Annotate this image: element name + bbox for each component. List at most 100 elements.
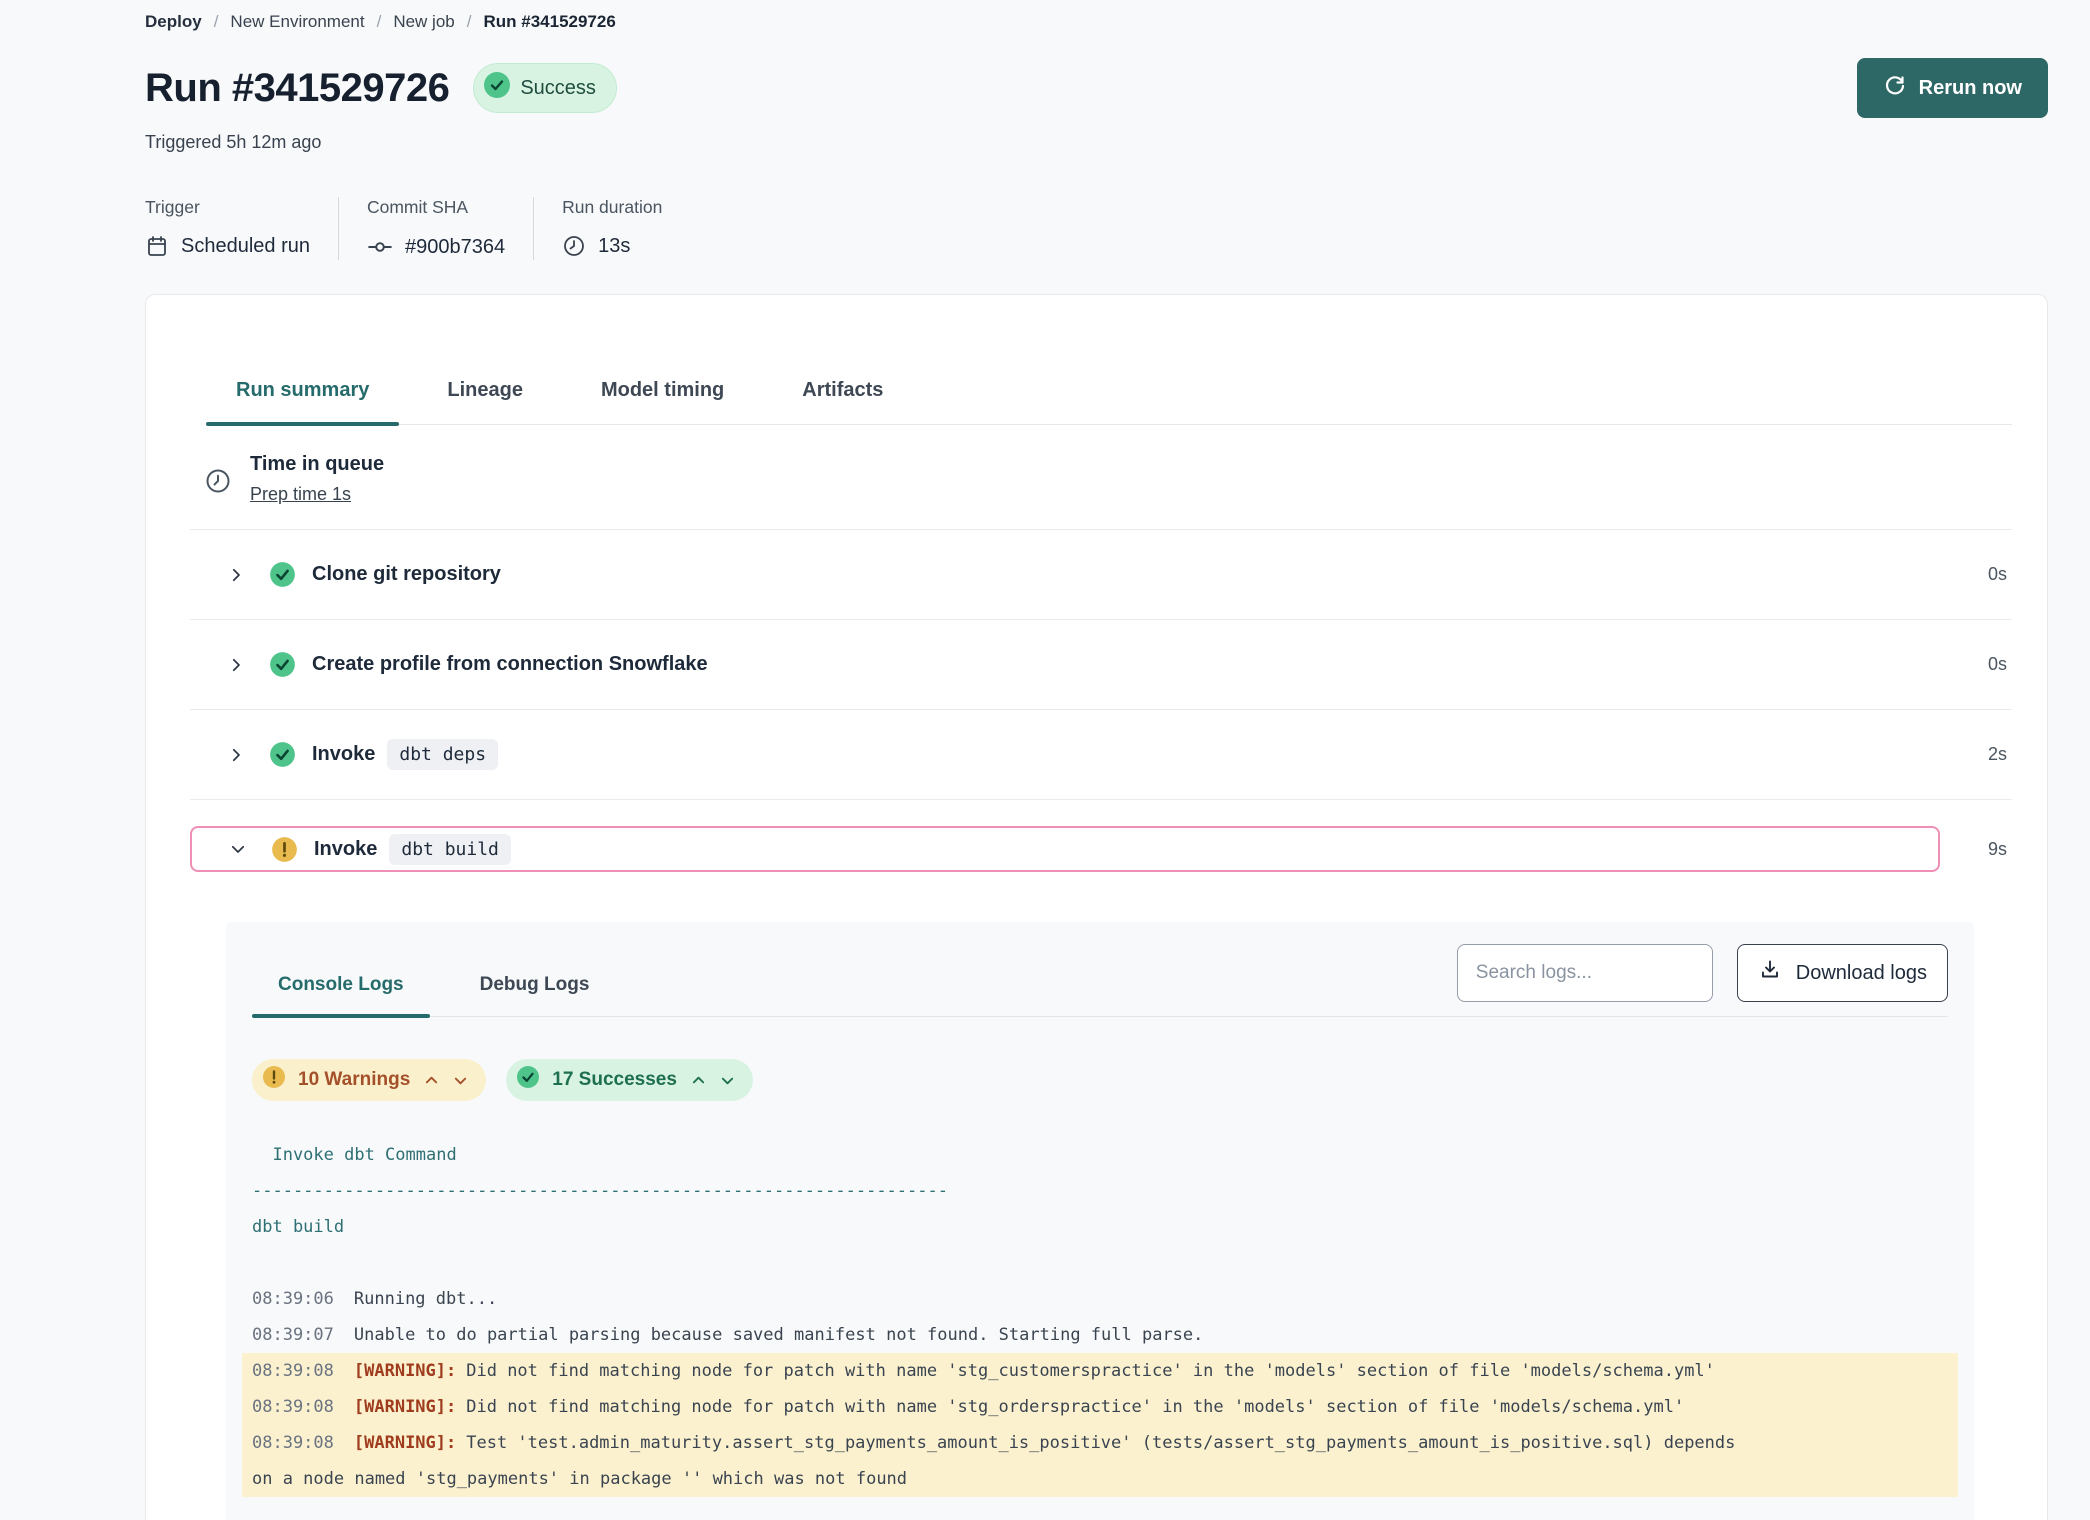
log-line-warning: 08:39:08[WARNING]:Test 'test.admin_matur…: [242, 1425, 1958, 1497]
warning-tag: [WARNING]:: [354, 1361, 456, 1381]
step-row[interactable]: Clone git repository0s: [190, 530, 2012, 620]
log-line-warning: 08:39:08[WARNING]:Did not find matching …: [242, 1389, 1958, 1425]
step-duration: 0s: [1942, 564, 2012, 585]
meta-trigger: Trigger Scheduled run: [145, 197, 339, 260]
download-logs-label: Download logs: [1796, 962, 1927, 985]
tab-run-summary[interactable]: Run summary: [206, 379, 399, 424]
step-row[interactable]: Invoke dbt build 9s: [190, 800, 2012, 872]
status-badge-label: Success: [520, 77, 596, 100]
meta-duration: Run duration 13s: [562, 197, 690, 260]
step-command-pill: dbt deps: [387, 739, 498, 770]
tab-debug-logs[interactable]: Debug Logs: [454, 960, 616, 1016]
log-timestamp: 08:39:08: [252, 1361, 334, 1381]
step-warning-icon: [271, 836, 298, 863]
log-message: Did not find matching node for patch wit…: [466, 1361, 1715, 1381]
page-title: Run #341529726: [145, 66, 449, 111]
warning-icon: [262, 1065, 286, 1095]
step-duration: 2s: [1942, 744, 2012, 765]
log-warning-row: 08:39:08[WARNING]:Did not find matching …: [252, 1389, 1948, 1425]
rerun-now-label: Rerun now: [1919, 77, 2022, 100]
tab-model-timing[interactable]: Model timing: [571, 379, 754, 424]
success-icon: [516, 1065, 540, 1095]
chevron-right-icon[interactable]: [227, 566, 245, 584]
step-label: Invoke: [314, 838, 377, 861]
clock-icon: [562, 234, 586, 258]
run-meta: Trigger Scheduled run Commit SHA #900b73…: [145, 197, 2048, 260]
step-row-content[interactable]: Invoke dbt build: [190, 826, 1940, 872]
logs-header: Console Logs Debug Logs Download logs: [252, 922, 1948, 1017]
log-spacer: [252, 1245, 1948, 1281]
tab-bar: Run summary Lineage Model timing Artifacts: [206, 295, 2012, 425]
commit-icon: [367, 234, 393, 260]
log-timestamp: 08:39:07: [252, 1325, 334, 1345]
log-line-command: ----------------------------------------…: [252, 1173, 1948, 1209]
chevron-up-icon[interactable]: [424, 1073, 439, 1088]
step-label: Invoke: [312, 743, 375, 766]
run-summary-card: Run summaryLineageModel timingArtifacts …: [145, 294, 2048, 1520]
chevron-down-icon[interactable]: [453, 1073, 468, 1088]
step-row[interactable]: Create profile from connection Snowflake…: [190, 620, 2012, 710]
breadcrumb-separator: /: [467, 12, 472, 32]
tab-console-logs[interactable]: Console Logs: [252, 960, 430, 1016]
log-line-command: dbt build: [252, 1209, 1948, 1245]
refresh-icon: [1883, 73, 1907, 103]
tab-artifacts[interactable]: Artifacts: [772, 379, 913, 424]
step-command-pill: dbt build: [389, 834, 511, 865]
steps-list: Clone git repository0sCreate profile fro…: [190, 530, 2012, 872]
meta-trigger-label: Trigger: [145, 197, 310, 218]
breadcrumb-item[interactable]: New Environment: [230, 12, 364, 32]
chevron-down-icon[interactable]: [720, 1073, 735, 1088]
successes-badge-label: 17 Successes: [552, 1069, 677, 1091]
breadcrumb-item[interactable]: New job: [393, 12, 454, 32]
log-warning-continuation: on a node named 'stg_payments' in packag…: [252, 1461, 1948, 1497]
logs-tab-bar: Console Logs Debug Logs: [252, 960, 615, 1016]
run-detail-page: Deploy/New Environment/New job/Run #3415…: [0, 0, 2090, 1520]
rerun-now-button[interactable]: Rerun now: [1857, 58, 2048, 118]
successes-badge[interactable]: 17 Successes: [506, 1059, 753, 1101]
stopwatch-icon: [204, 467, 232, 500]
download-logs-button[interactable]: Download logs: [1737, 944, 1948, 1002]
meta-duration-label: Run duration: [562, 197, 662, 218]
search-logs-input[interactable]: [1457, 944, 1713, 1002]
step-row-content[interactable]: Clone git repository: [190, 561, 1942, 588]
breadcrumb-separator: /: [377, 12, 382, 32]
log-warning-row: 08:39:08[WARNING]:Test 'test.admin_matur…: [252, 1425, 1948, 1461]
log-warning-row: 08:39:08 [WARNING]: Did not find matching …: [252, 1353, 1948, 1389]
warning-tag: [WARNING]:: [354, 1397, 456, 1417]
download-icon: [1758, 958, 1782, 988]
calendar-icon: [145, 234, 169, 258]
step-success-icon: [269, 741, 296, 768]
step-row[interactable]: Invoke dbt deps 2s: [190, 710, 2012, 800]
step-row-content[interactable]: Create profile from connection Snowflake: [190, 651, 1942, 678]
step-success-icon: [269, 651, 296, 678]
meta-commit-label: Commit SHA: [367, 197, 505, 218]
time-in-queue-section: Time in queue Prep time 1s: [190, 425, 2012, 530]
chevron-right-icon[interactable]: [227, 656, 245, 674]
logs-panel: Console Logs Debug Logs Download logs: [226, 922, 1974, 1520]
log-line-command: Invoke dbt Command: [252, 1137, 1948, 1173]
log-message: Test 'test.admin_maturity.assert_stg_pay…: [466, 1433, 1735, 1453]
status-badge: Success: [473, 63, 617, 113]
log-message: Running dbt...: [354, 1289, 497, 1309]
breadcrumb: Deploy/New Environment/New job/Run #3415…: [145, 10, 2048, 32]
log-summary-badges: 10 Warnings 17 Successes: [252, 1059, 1948, 1101]
warnings-badge[interactable]: 10 Warnings: [252, 1059, 486, 1101]
meta-commit-value: #900b7364: [405, 236, 505, 259]
meta-trigger-value: Scheduled run: [181, 235, 310, 258]
success-icon: [484, 72, 510, 104]
breadcrumb-item[interactable]: Deploy: [145, 12, 202, 32]
meta-duration-value: 13s: [598, 235, 630, 258]
page-header: Run #341529726 Success Rerun now: [145, 58, 2048, 118]
chevron-down-icon[interactable]: [229, 840, 247, 858]
log-message: Unable to do partial parsing because sav…: [354, 1325, 1204, 1345]
step-duration: 9s: [1942, 839, 2012, 860]
triggered-text: Triggered 5h 12m ago: [145, 132, 2048, 153]
tab-lineage[interactable]: Lineage: [417, 379, 553, 424]
step-duration: 0s: [1942, 654, 2012, 675]
chevron-up-icon[interactable]: [691, 1073, 706, 1088]
log-line: 08:39:06Running dbt...: [252, 1281, 1948, 1317]
prep-time-link[interactable]: Prep time 1s: [250, 484, 351, 505]
time-in-queue-title: Time in queue: [250, 453, 384, 476]
step-row-content[interactable]: Invoke dbt deps: [190, 739, 1942, 770]
chevron-right-icon[interactable]: [227, 746, 245, 764]
